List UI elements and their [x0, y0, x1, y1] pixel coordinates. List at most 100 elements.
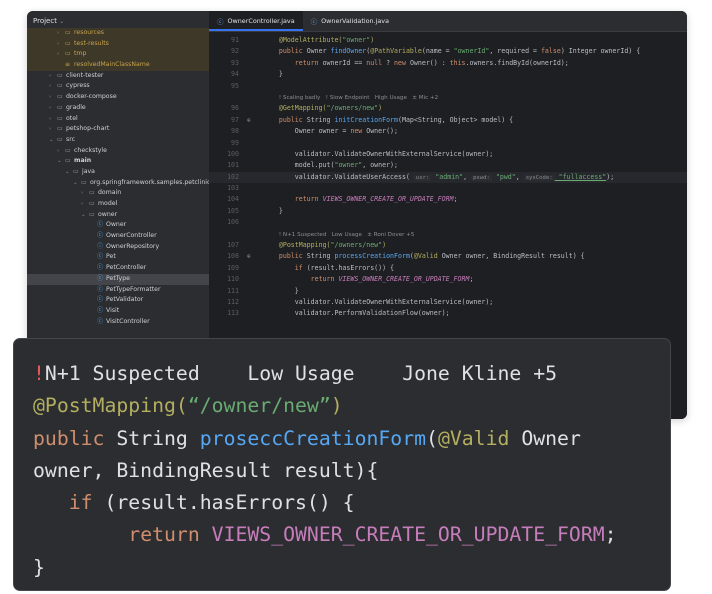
tab-ownervalidation-java[interactable]: ⓒ OwnerValidation.java [303, 11, 397, 31]
tree-item[interactable]: ≡ resolvedMainClassName [27, 60, 209, 71]
tree-item[interactable]: ⓒ PetTypeFormatter [27, 285, 209, 296]
chevron-down-icon[interactable]: ⌄ [49, 135, 57, 146]
tree-item[interactable]: ⓒ OwnerController [27, 231, 209, 242]
code-token: Owner owner, BindingResult result) { [441, 252, 585, 261]
tree-item[interactable]: › ▭ model [27, 199, 209, 210]
line-number: 101 [227, 161, 239, 170]
code-token: model.put( [294, 161, 335, 170]
code-token: Owner owner = [294, 127, 351, 136]
callout-code-token: ! [33, 362, 45, 385]
code-line: 111 } [209, 286, 687, 297]
chevron-right-icon[interactable]: › [57, 39, 65, 50]
tree-item-label: java [82, 167, 95, 175]
tree-item[interactable]: › ▭ docker-compose [27, 92, 209, 103]
code-line: 101 model.put("owner", owner); [209, 160, 687, 171]
tree-item[interactable]: ⓘ OwnerRepository [27, 242, 209, 253]
code-token: Scaling badly [282, 94, 326, 101]
code-token: ; [469, 275, 474, 284]
tree-item[interactable]: › ▭ cypress [27, 81, 209, 92]
code-token: return [310, 275, 339, 284]
tree-item-label: PetType [106, 274, 130, 282]
line-number: 102 [227, 172, 239, 181]
tree-item[interactable]: › ▭ domain [27, 188, 209, 199]
code-token: ownerId == [322, 58, 367, 67]
tree-item[interactable]: ⌄ ▭ main [27, 156, 209, 167]
code-token: initCreationForm [334, 115, 399, 124]
chevron-right-icon[interactable]: › [49, 92, 57, 103]
tree-item[interactable]: › ▭ resources [27, 28, 209, 39]
line-number: 105 [227, 206, 239, 215]
code-line: 105 } [209, 206, 687, 217]
tree-item[interactable]: ⌄ ▭ org.springframework.samples.petclinic [27, 178, 210, 189]
tree-item[interactable]: ⌄ ▭ src [27, 135, 209, 146]
code-line: 91 @ModelAttribute("owner") [209, 35, 687, 46]
chevron-right-icon[interactable]: › [81, 199, 89, 210]
code-token: , owner); [362, 161, 398, 170]
chevron-right-icon[interactable]: › [49, 114, 57, 125]
tree-item[interactable]: › ▭ client-tester [27, 71, 209, 82]
inspection-hint-line[interactable]: ! Scaling badly ! Slow Endpoint High Usa… [209, 92, 687, 103]
folder-icon: ▭ [57, 82, 63, 90]
class-icon: ⓒ [97, 306, 104, 314]
tree-item-label: Pet [106, 253, 116, 261]
tree-item[interactable]: ⓒ PetType [27, 273, 209, 285]
tree-item[interactable]: ⓒ Visit [27, 306, 209, 317]
chevron-down-icon[interactable]: ⌄ [57, 156, 65, 167]
chevron-right-icon[interactable]: › [49, 81, 57, 92]
implemented-method-icon[interactable]: ⊕ [247, 251, 263, 262]
tree-item[interactable]: › ▭ checkstyle [27, 146, 209, 157]
chevron-right-icon[interactable]: › [49, 124, 57, 135]
chevron-right-icon[interactable]: › [57, 28, 65, 39]
chevron-down-icon[interactable]: ⌄ [65, 167, 73, 178]
tree-item[interactable]: › ▭ petshop-chart [27, 124, 209, 135]
tree-item[interactable]: ⓒ PetValidator [27, 295, 209, 306]
code-area[interactable]: 91 @ModelAttribute("owner") 92 public Own… [209, 32, 687, 320]
tree-item[interactable]: ⌄ ▭ java [27, 167, 209, 178]
tree-item[interactable]: › ▭ otel [27, 114, 209, 125]
code-token: Owner() : [409, 58, 450, 67]
callout-code-token: public [33, 426, 117, 450]
tree-item-label: PetValidator [106, 296, 144, 304]
line-number: 94 [231, 70, 239, 79]
tree-item[interactable]: › ▭ tmp [27, 49, 209, 61]
line-number: 97 [231, 115, 239, 124]
line-number: 99 [231, 138, 239, 147]
tree-item[interactable]: ⓒ Pet [27, 252, 209, 263]
chevron-down-icon[interactable]: ⌄ [81, 210, 89, 221]
project-tree: › ▭ resources › ▭ test-results › ▭ tmp ≡ resolvedM… [27, 28, 210, 328]
chevron-down-icon[interactable]: ⌄ [73, 178, 81, 189]
tree-item-label: petshop-chart [66, 125, 110, 133]
chevron-right-icon[interactable]: › [49, 103, 57, 114]
code-line: 96 @GetMapping("/owners/new") [209, 103, 687, 114]
chevron-down-icon[interactable]: ⌄ [59, 18, 64, 25]
callout-code-token [33, 491, 69, 514]
tree-item[interactable]: ⓒ Owner [27, 220, 209, 231]
inspection-hint-line[interactable]: ! N+1 Suspected Low Usage ± Roni Dover +… [209, 229, 687, 240]
code-token: "admin" [431, 172, 464, 181]
code-token: "/owners/new" [330, 241, 383, 250]
implemented-method-icon[interactable]: ⊕ [247, 115, 263, 126]
tree-item[interactable]: › ▭ test-results [27, 38, 209, 50]
tree-item[interactable]: › ▭ gradle [27, 103, 209, 114]
code-token: ) [378, 104, 383, 113]
tree-item[interactable]: ⓒ PetController [27, 263, 209, 274]
folder-icon: ▭ [65, 157, 71, 165]
folder-icon: ▭ [73, 167, 79, 175]
callout-code-token: ) [330, 394, 343, 418]
code-token: Owner(); [366, 127, 398, 136]
chevron-right-icon[interactable]: › [49, 71, 57, 82]
tab-ownercontroller-java[interactable]: ⓒ OwnerController.java [209, 11, 303, 31]
line-number: 100 [227, 149, 239, 158]
chevron-right-icon[interactable]: › [57, 49, 65, 60]
chevron-right-icon[interactable]: › [81, 188, 89, 199]
tree-item[interactable]: ⓒ VisitController [27, 317, 209, 328]
code-line: 106 [209, 217, 687, 228]
code-token: VIEWS_OWNER_CREATE_OR_UPDATE_FORM [322, 195, 454, 204]
folder-icon: ▭ [57, 93, 63, 101]
code-token: (name = [421, 47, 454, 56]
line-number: 93 [231, 58, 239, 67]
code-token: validator.ValidateOwnerWithExternalServi… [294, 297, 494, 306]
tree-item[interactable]: ⌄ ▭ owner [27, 210, 209, 221]
tab-label: OwnerValidation.java [321, 17, 389, 25]
chevron-right-icon[interactable]: › [57, 146, 65, 157]
